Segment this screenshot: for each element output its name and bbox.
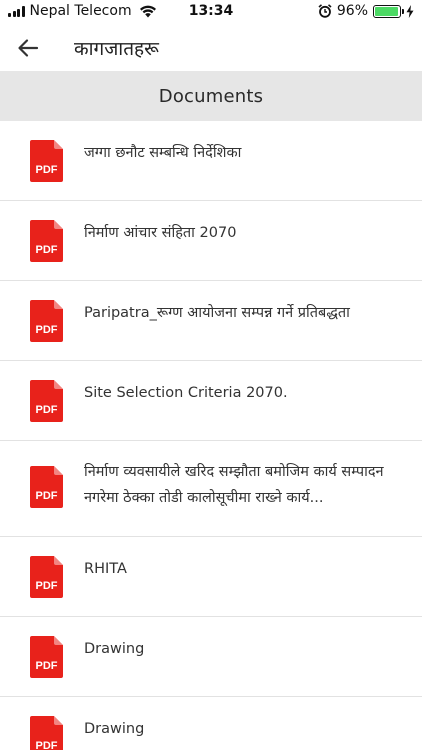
pdf-file-icon: PDF [30, 380, 63, 422]
battery-fill [375, 6, 399, 16]
pdf-file-icon: PDF [30, 220, 63, 262]
document-title: Paripatra_रूग्ण आयोजना सम्पन्न गर्ने प्र… [84, 305, 350, 321]
section-header: Documents [0, 71, 422, 121]
pdf-file-icon: PDF [30, 300, 63, 342]
pdf-icon-label: PDF [36, 164, 58, 176]
pdf-file-icon: PDF [30, 716, 63, 750]
alarm-clock-icon [318, 4, 332, 18]
page-title: कागजातहरू [74, 38, 159, 60]
pdf-icon-label: PDF [36, 244, 58, 256]
document-item[interactable]: PDF जग्गा छनौट सम्बन्धि निर्देशिका [0, 121, 422, 201]
app-header: कागजातहरू [0, 24, 422, 70]
document-title: निर्माण व्यवसायीले खरिद सम्झौता बमोजिम क… [84, 464, 384, 506]
pdf-icon-label: PDF [36, 324, 58, 336]
pdf-icon-label: PDF [36, 580, 58, 592]
arrow-left-icon[interactable] [16, 36, 40, 60]
document-item[interactable]: PDF Drawing [0, 617, 422, 697]
pdf-file-icon: PDF [30, 556, 63, 598]
document-title: निर्माण आंचार संहिता 2070 [84, 225, 237, 241]
document-item[interactable]: PDF निर्माण व्यवसायीले खरिद सम्झौता बमोजि… [0, 441, 422, 537]
document-item[interactable]: PDF Paripatra_रूग्ण आयोजना सम्पन्न गर्ने … [0, 281, 422, 361]
document-title: Drawing [84, 721, 145, 737]
document-title: Drawing [84, 641, 145, 657]
document-list: PDF जग्गा छनौट सम्बन्धि निर्देशिका PDF निर्… [0, 121, 422, 750]
pdf-file-icon: PDF [30, 140, 63, 182]
pdf-icon-label: PDF [36, 740, 58, 750]
document-item[interactable]: PDF Site Selection Criteria 2070. [0, 361, 422, 441]
status-right: 96% [318, 3, 414, 19]
battery-percent: 96% [336, 3, 368, 19]
charging-bolt-icon [406, 4, 414, 18]
pdf-icon-label: PDF [36, 660, 58, 672]
status-bar: Nepal Telecom 13:34 96% [0, 0, 422, 24]
document-title: RHITA [84, 561, 127, 577]
pdf-icon-label: PDF [36, 490, 58, 502]
pdf-file-icon: PDF [30, 636, 63, 678]
pdf-icon-label: PDF [36, 404, 58, 416]
battery-icon [373, 4, 404, 18]
document-title: जग्गा छनौट सम्बन्धि निर्देशिका [84, 145, 242, 161]
document-title: Site Selection Criteria 2070. [84, 385, 288, 401]
document-item[interactable]: PDF निर्माण आंचार संहिता 2070 [0, 201, 422, 281]
section-title: Documents [158, 85, 264, 107]
document-item[interactable]: PDF Drawing [0, 697, 422, 750]
pdf-file-icon: PDF [30, 466, 63, 508]
document-item[interactable]: PDF RHITA [0, 537, 422, 617]
